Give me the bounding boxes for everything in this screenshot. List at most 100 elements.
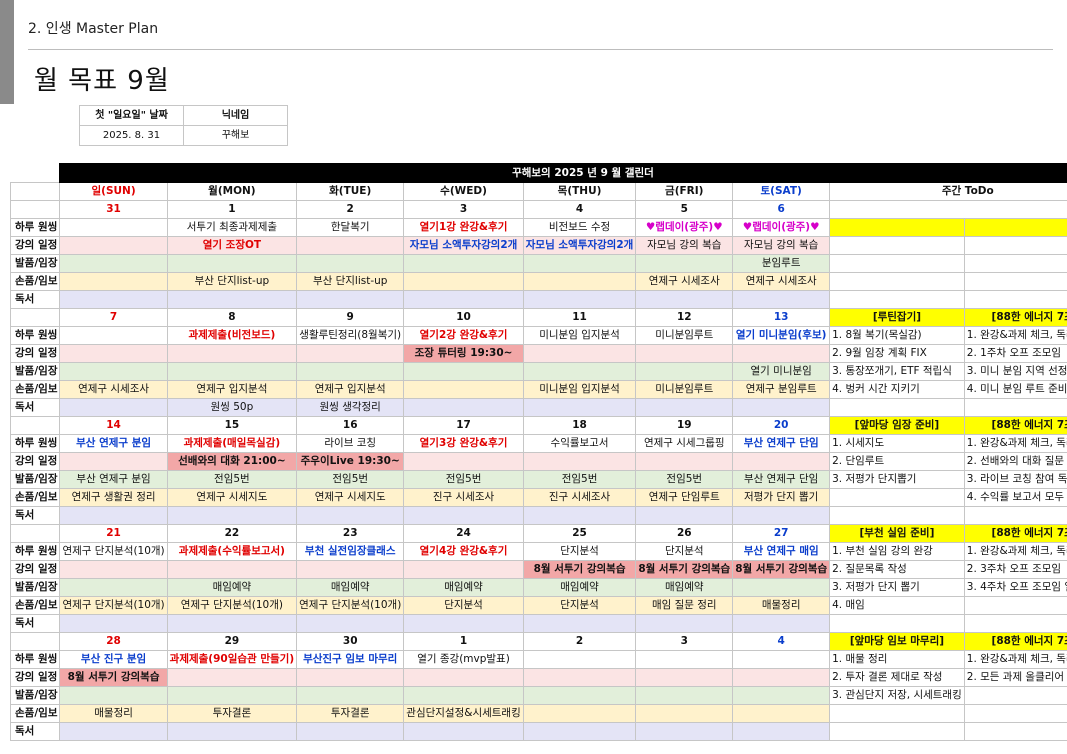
schedule-cell[interactable] bbox=[296, 560, 405, 579]
schedule-cell[interactable] bbox=[522, 272, 637, 291]
todo-item[interactable]: 1. 시세지도 bbox=[829, 434, 965, 453]
todo-item[interactable] bbox=[829, 488, 965, 507]
schedule-cell[interactable] bbox=[635, 722, 734, 741]
schedule-cell[interactable]: 부산 연제구 단임 bbox=[732, 434, 831, 453]
schedule-cell[interactable]: 과제제출(매일목실감) bbox=[166, 434, 298, 453]
schedule-cell[interactable] bbox=[166, 560, 298, 579]
todo-item[interactable]: 2. 단임루트 bbox=[829, 452, 965, 471]
schedule-cell[interactable] bbox=[732, 578, 831, 597]
schedule-cell[interactable]: 8월 서투기 강의복습 bbox=[522, 560, 637, 579]
schedule-cell[interactable] bbox=[522, 290, 637, 309]
schedule-cell[interactable]: 매임 질문 정리 bbox=[635, 596, 734, 615]
schedule-cell[interactable] bbox=[166, 668, 298, 687]
schedule-cell[interactable]: 연제구 입지분석 bbox=[296, 380, 405, 399]
schedule-cell[interactable]: 연제구 시세조사 bbox=[59, 380, 168, 399]
todo-cell[interactable] bbox=[963, 254, 1067, 273]
todo-item[interactable]: 2. 선배와의 대화 질문 준비 bbox=[963, 452, 1067, 471]
schedule-cell[interactable] bbox=[166, 506, 298, 525]
schedule-cell[interactable] bbox=[635, 686, 734, 705]
schedule-cell[interactable]: 미니분임루트 bbox=[635, 380, 734, 399]
schedule-cell[interactable] bbox=[732, 650, 831, 669]
schedule-cell[interactable] bbox=[403, 452, 524, 471]
todo-item[interactable]: 2. 3주차 오프 조모임 bbox=[963, 560, 1067, 579]
schedule-cell[interactable] bbox=[522, 650, 637, 669]
schedule-cell[interactable] bbox=[522, 686, 637, 705]
schedule-cell[interactable]: 자모님 소액투자강의2개 bbox=[522, 236, 637, 255]
schedule-cell[interactable]: 연제구 시세조사 bbox=[635, 272, 734, 291]
todo-item[interactable]: 1. 완강&과제 체크, 독려 bbox=[963, 434, 1067, 453]
schedule-cell[interactable] bbox=[166, 686, 298, 705]
schedule-cell[interactable]: 8월 서투기 강의복습 bbox=[59, 668, 168, 687]
schedule-cell[interactable]: 8월 서투기 강의복습 bbox=[732, 560, 831, 579]
schedule-cell[interactable]: 단지분석 bbox=[522, 596, 637, 615]
schedule-cell[interactable] bbox=[296, 614, 405, 633]
schedule-cell[interactable]: 원씽 50p bbox=[166, 398, 298, 417]
schedule-cell[interactable] bbox=[635, 506, 734, 525]
todo-item[interactable]: 3. 미니 분임 지역 선정 bbox=[963, 362, 1067, 381]
schedule-cell[interactable]: 연제구 시세조사 bbox=[732, 272, 831, 291]
todo-item[interactable]: 3. 저평가 단지뽑기 bbox=[829, 470, 965, 489]
schedule-cell[interactable] bbox=[403, 686, 524, 705]
schedule-cell[interactable] bbox=[732, 398, 831, 417]
schedule-cell[interactable] bbox=[732, 290, 831, 309]
schedule-cell[interactable] bbox=[635, 290, 734, 309]
schedule-cell[interactable]: 열기 종강(mvp발표) bbox=[403, 650, 524, 669]
schedule-cell[interactable]: 열기1강 완강&후기 bbox=[403, 218, 524, 237]
schedule-cell[interactable]: 열기2강 완강&후기 bbox=[403, 326, 524, 345]
todo-cell[interactable] bbox=[963, 218, 1067, 237]
schedule-cell[interactable] bbox=[403, 398, 524, 417]
schedule-cell[interactable] bbox=[403, 272, 524, 291]
todo-cell[interactable] bbox=[963, 236, 1067, 255]
schedule-cell[interactable]: 전임5번 bbox=[522, 470, 637, 489]
schedule-cell[interactable]: 매임예약 bbox=[635, 578, 734, 597]
schedule-cell[interactable] bbox=[522, 362, 637, 381]
todo-item[interactable]: 4. 수익률 보고서 모두 제출 bbox=[963, 488, 1067, 507]
todo-item[interactable]: 4. 매임 bbox=[829, 596, 965, 615]
schedule-cell[interactable]: 연제구 단지분석(10개) bbox=[296, 596, 405, 615]
schedule-cell[interactable]: 매물정리 bbox=[732, 596, 831, 615]
todo-item[interactable] bbox=[963, 596, 1067, 615]
schedule-cell[interactable] bbox=[59, 398, 168, 417]
schedule-cell[interactable]: 투자결론 bbox=[166, 704, 298, 723]
schedule-cell[interactable] bbox=[166, 344, 298, 363]
schedule-cell[interactable] bbox=[635, 704, 734, 723]
schedule-cell[interactable] bbox=[59, 722, 168, 741]
schedule-cell[interactable] bbox=[522, 344, 637, 363]
todo-cell[interactable] bbox=[963, 272, 1067, 291]
schedule-cell[interactable] bbox=[296, 290, 405, 309]
schedule-cell[interactable]: 연제구 분임루트 bbox=[732, 380, 831, 399]
schedule-cell[interactable] bbox=[403, 362, 524, 381]
schedule-cell[interactable] bbox=[635, 650, 734, 669]
schedule-cell[interactable]: 열기 조장OT bbox=[166, 236, 298, 255]
todo-cell[interactable] bbox=[963, 290, 1067, 309]
schedule-cell[interactable]: 전임5번 bbox=[296, 470, 405, 489]
schedule-cell[interactable] bbox=[296, 344, 405, 363]
schedule-cell[interactable]: 진구 시세조사 bbox=[403, 488, 524, 507]
schedule-cell[interactable] bbox=[59, 272, 168, 291]
schedule-cell[interactable]: 전임5번 bbox=[166, 470, 298, 489]
schedule-cell[interactable]: 열기 미니분임 bbox=[732, 362, 831, 381]
schedule-cell[interactable] bbox=[635, 344, 734, 363]
todo-item[interactable]: 3. 관심단지 저장, 시세트래킹 bbox=[829, 686, 965, 705]
todo-item[interactable]: 4. 미니 분임 루트 준비 bbox=[963, 380, 1067, 399]
schedule-cell[interactable] bbox=[635, 452, 734, 471]
schedule-cell[interactable] bbox=[522, 722, 637, 741]
todo-cell[interactable] bbox=[963, 398, 1067, 417]
todo-cell[interactable] bbox=[829, 398, 965, 417]
schedule-cell[interactable] bbox=[166, 290, 298, 309]
todo-item[interactable]: 2. 모든 과제 올클리어 bbox=[963, 668, 1067, 687]
schedule-cell[interactable]: 연제구 단지분석(10개) bbox=[59, 542, 168, 561]
schedule-cell[interactable]: 연제구 입지분석 bbox=[166, 380, 298, 399]
schedule-cell[interactable]: 연제구 단지분석(10개) bbox=[166, 596, 298, 615]
schedule-cell[interactable] bbox=[732, 704, 831, 723]
schedule-cell[interactable] bbox=[59, 362, 168, 381]
schedule-cell[interactable]: 투자결론 bbox=[296, 704, 405, 723]
schedule-cell[interactable]: 과제제출(비전보드) bbox=[166, 326, 298, 345]
schedule-cell[interactable] bbox=[403, 614, 524, 633]
schedule-cell[interactable]: 미니분임 입지분석 bbox=[522, 326, 637, 345]
schedule-cell[interactable] bbox=[635, 398, 734, 417]
schedule-cell[interactable]: 조장 튜터링 19:30~ bbox=[403, 344, 524, 363]
schedule-cell[interactable] bbox=[522, 506, 637, 525]
schedule-cell[interactable] bbox=[403, 560, 524, 579]
schedule-cell[interactable] bbox=[403, 290, 524, 309]
